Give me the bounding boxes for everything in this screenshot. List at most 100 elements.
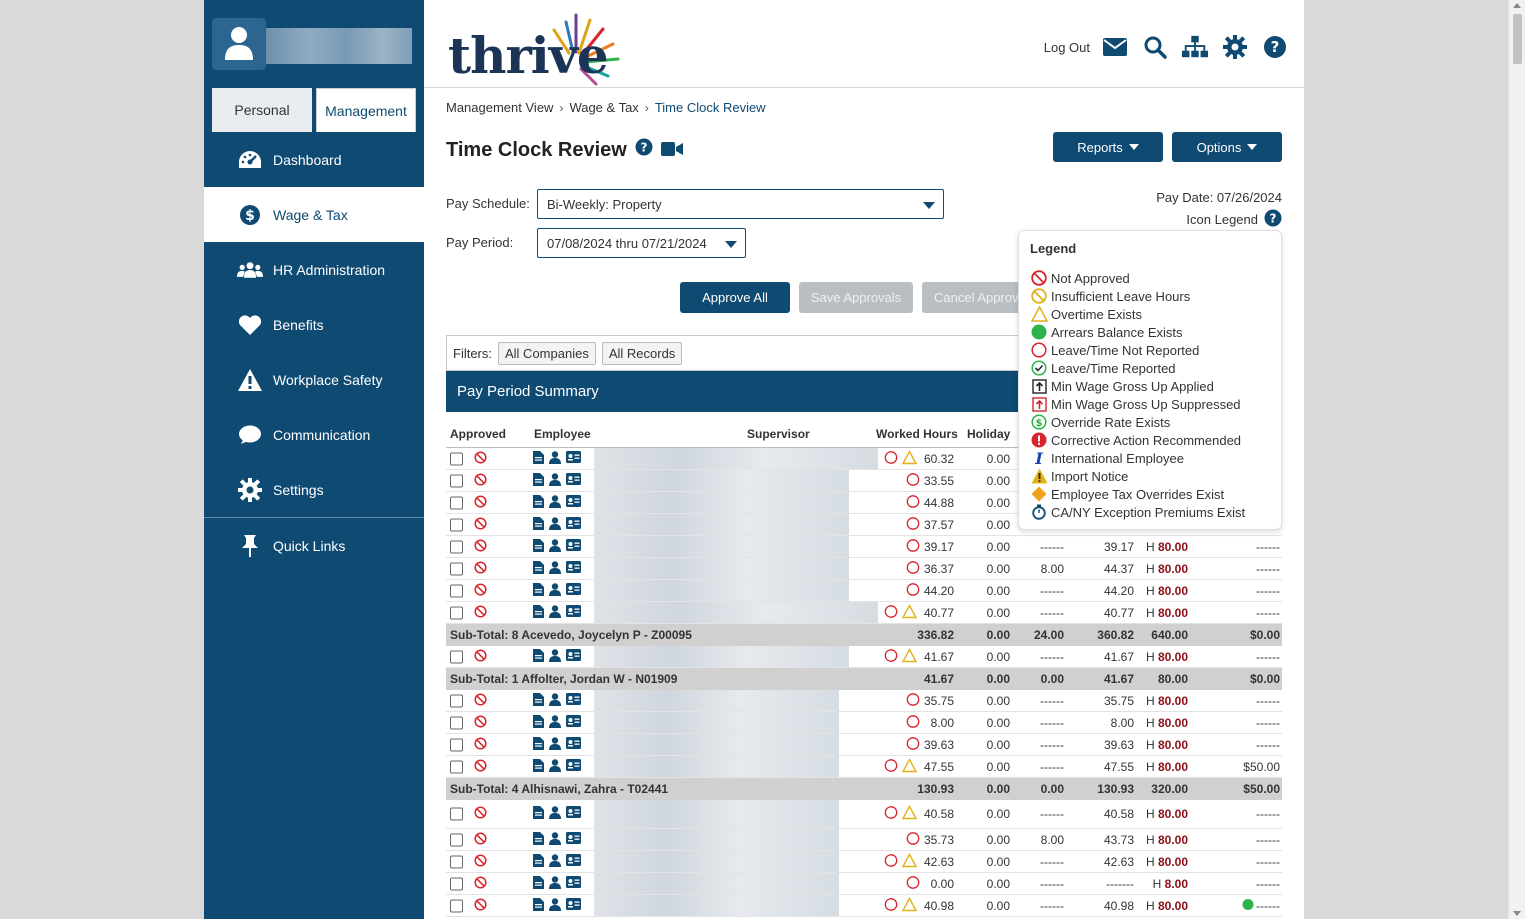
user-icon[interactable] <box>549 516 561 533</box>
id-card-icon[interactable] <box>566 516 581 533</box>
document-icon[interactable] <box>533 516 544 533</box>
id-card-icon[interactable] <box>566 692 581 709</box>
document-icon[interactable] <box>533 604 544 621</box>
help-icon[interactable]: ? <box>1262 34 1288 60</box>
logout-link[interactable]: Log Out <box>1044 40 1090 55</box>
reports-button[interactable]: Reports <box>1053 132 1163 162</box>
approve-checkbox[interactable] <box>450 807 463 821</box>
approve-checkbox[interactable] <box>450 899 463 912</box>
approve-all-button[interactable]: Approve All <box>680 282 790 313</box>
approve-checkbox[interactable] <box>450 606 463 619</box>
id-card-icon[interactable] <box>566 853 581 870</box>
scroll-up-icon[interactable] <box>1513 3 1521 8</box>
id-card-icon[interactable] <box>566 538 581 555</box>
document-icon[interactable] <box>533 806 544 822</box>
document-icon[interactable] <box>533 560 544 577</box>
user-icon[interactable] <box>549 897 561 914</box>
user-icon[interactable] <box>549 714 561 731</box>
mail-icon[interactable] <box>1102 34 1128 60</box>
approve-checkbox[interactable] <box>450 518 463 531</box>
video-icon[interactable] <box>660 139 683 162</box>
search-icon[interactable] <box>1142 34 1168 60</box>
icon-legend-toggle[interactable]: Icon Legend ? <box>1186 209 1282 230</box>
user-icon[interactable] <box>549 831 561 848</box>
user-icon[interactable] <box>549 806 561 822</box>
sidebar-item-settings[interactable]: Settings <box>204 462 424 517</box>
id-card-icon[interactable] <box>566 897 581 914</box>
org-chart-icon[interactable] <box>1182 34 1208 60</box>
tab-personal[interactable]: Personal <box>212 88 312 132</box>
sidebar-item-communication[interactable]: Communication <box>204 407 424 462</box>
user-icon[interactable] <box>549 450 561 467</box>
id-card-icon[interactable] <box>566 472 581 489</box>
document-icon[interactable] <box>533 494 544 511</box>
approve-checkbox[interactable] <box>450 562 463 575</box>
document-icon[interactable] <box>533 538 544 555</box>
user-icon[interactable] <box>549 875 561 892</box>
id-card-icon[interactable] <box>566 648 581 665</box>
settings-gear-icon[interactable] <box>1222 34 1248 60</box>
approve-checkbox[interactable] <box>450 855 463 868</box>
pay-period-select[interactable]: 07/08/2024 thru 07/21/2024 <box>537 228 746 258</box>
id-card-icon[interactable] <box>566 560 581 577</box>
scroll-thumb[interactable] <box>1513 14 1522 64</box>
approve-checkbox[interactable] <box>450 738 463 751</box>
document-icon[interactable] <box>533 472 544 489</box>
id-card-icon[interactable] <box>566 758 581 775</box>
user-icon[interactable] <box>549 494 561 511</box>
approve-checkbox[interactable] <box>450 474 463 487</box>
user-icon[interactable] <box>549 472 561 489</box>
approve-checkbox[interactable] <box>450 496 463 509</box>
breadcrumb-management-view[interactable]: Management View <box>446 100 553 115</box>
document-icon[interactable] <box>533 648 544 665</box>
id-card-icon[interactable] <box>566 806 581 822</box>
document-icon[interactable] <box>533 582 544 599</box>
id-card-icon[interactable] <box>566 831 581 848</box>
user-icon[interactable] <box>549 758 561 775</box>
page-scrollbar[interactable] <box>1508 0 1525 919</box>
filter-all-companies[interactable]: All Companies <box>498 341 596 365</box>
id-card-icon[interactable] <box>566 450 581 467</box>
approve-checkbox[interactable] <box>450 716 463 729</box>
document-icon[interactable] <box>533 897 544 914</box>
options-button[interactable]: Options <box>1172 132 1282 162</box>
pay-schedule-select[interactable]: Bi-Weekly: Property <box>537 189 944 219</box>
sidebar-item-workplace-safety[interactable]: Workplace Safety <box>204 352 424 407</box>
document-icon[interactable] <box>533 758 544 775</box>
avatar[interactable] <box>212 18 266 70</box>
document-icon[interactable] <box>533 875 544 892</box>
approve-checkbox[interactable] <box>450 760 463 773</box>
document-icon[interactable] <box>533 692 544 709</box>
sidebar-item-dashboard[interactable]: Dashboard <box>204 132 424 187</box>
approve-checkbox[interactable] <box>450 584 463 597</box>
user-icon[interactable] <box>549 853 561 870</box>
sidebar-item-wage-tax[interactable]: $ Wage & Tax <box>204 187 424 242</box>
id-card-icon[interactable] <box>566 714 581 731</box>
filter-all-records[interactable]: All Records <box>601 341 683 365</box>
thrive-logo[interactable]: thrive <box>448 12 648 89</box>
document-icon[interactable] <box>533 714 544 731</box>
id-card-icon[interactable] <box>566 582 581 599</box>
sidebar-item-hr-administration[interactable]: HR Administration <box>204 242 424 297</box>
save-approvals-button[interactable]: Save Approvals <box>799 282 913 313</box>
approve-checkbox[interactable] <box>450 833 463 846</box>
id-card-icon[interactable] <box>566 875 581 892</box>
approve-checkbox[interactable] <box>450 540 463 553</box>
breadcrumb-wage-tax[interactable]: Wage & Tax <box>569 100 638 115</box>
approve-checkbox[interactable] <box>450 452 463 465</box>
help-icon[interactable]: ? <box>635 138 653 162</box>
id-card-icon[interactable] <box>566 604 581 621</box>
user-icon[interactable] <box>549 604 561 621</box>
user-icon[interactable] <box>549 692 561 709</box>
sidebar-item-quick-links[interactable]: Quick Links <box>204 518 424 573</box>
user-icon[interactable] <box>549 648 561 665</box>
user-icon[interactable] <box>549 736 561 753</box>
document-icon[interactable] <box>533 853 544 870</box>
approve-checkbox[interactable] <box>450 650 463 663</box>
document-icon[interactable] <box>533 450 544 467</box>
user-icon[interactable] <box>549 582 561 599</box>
approve-checkbox[interactable] <box>450 694 463 707</box>
tab-management[interactable]: Management <box>316 88 416 132</box>
scroll-down-icon[interactable] <box>1513 911 1521 916</box>
user-icon[interactable] <box>549 560 561 577</box>
